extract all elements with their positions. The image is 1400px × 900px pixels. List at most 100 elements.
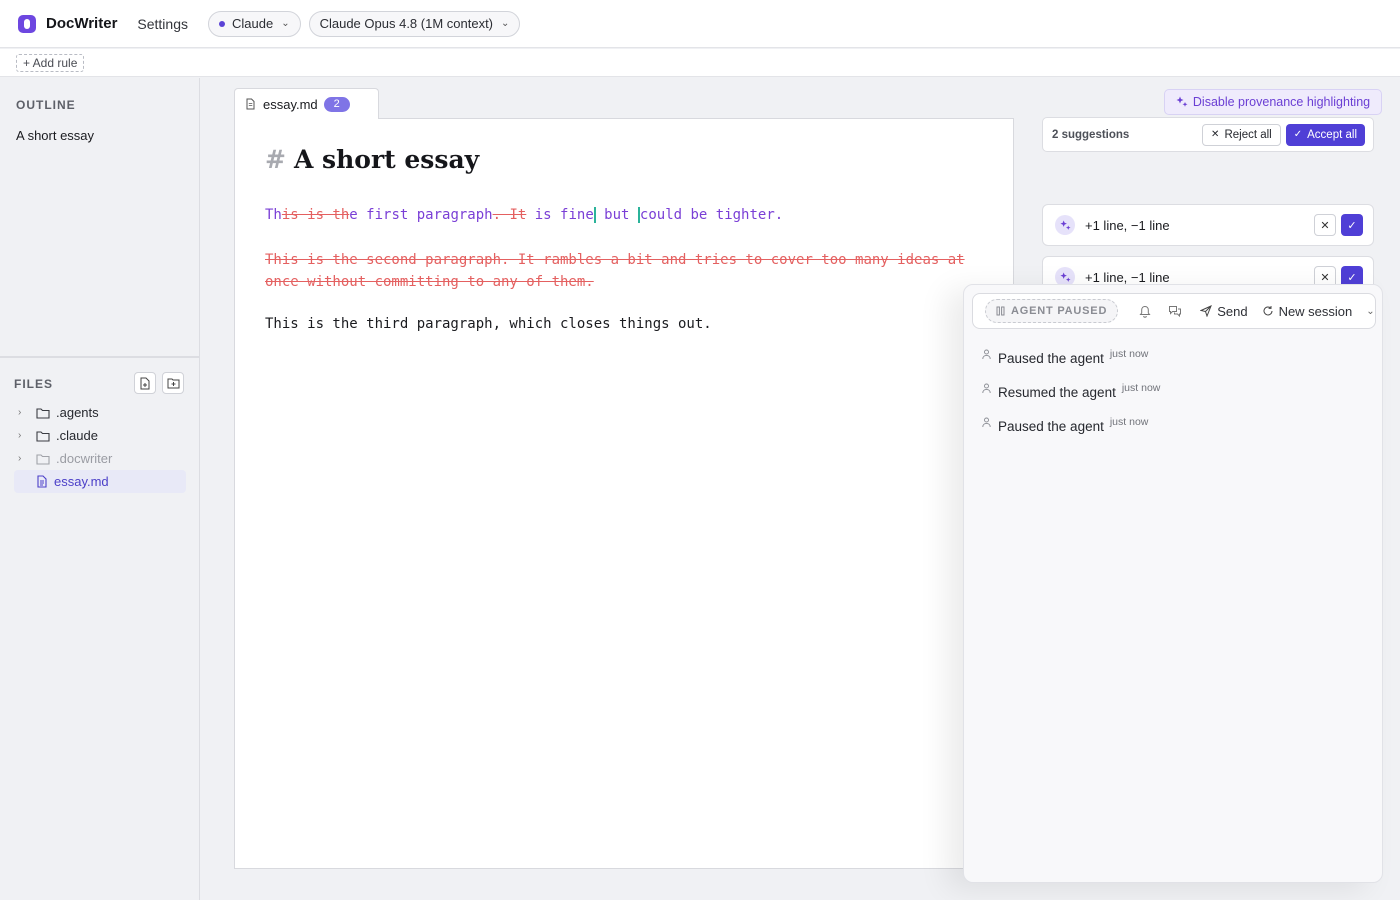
rules-bar: + Add rule xyxy=(0,49,1400,77)
file-tree-label: essay.md xyxy=(54,474,109,489)
file-tree-label: .agents xyxy=(56,405,99,420)
chevron-right-icon: › xyxy=(18,453,22,464)
file-tree-folder-docwriter[interactable]: › .docwriter xyxy=(14,447,186,470)
refresh-icon xyxy=(1263,306,1273,316)
reject-all-label: Reject all xyxy=(1224,128,1272,141)
accept-change-button[interactable]: ✓ xyxy=(1341,214,1363,236)
sparkle-icon xyxy=(1055,215,1075,235)
send-icon xyxy=(1200,305,1213,317)
activity-log: Paused the agent just now Resumed the ag… xyxy=(982,347,1372,449)
tab-badge: 2 xyxy=(323,96,350,112)
pause-icon xyxy=(996,306,1005,316)
sidebar: OUTLINE A short essay FILES › .agents › … xyxy=(0,78,200,900)
accept-all-label: Accept all xyxy=(1307,128,1357,141)
suggestions-bar: 2 suggestions ✕ Reject all ✓ Accept all xyxy=(1042,117,1374,152)
chevron-right-icon: › xyxy=(18,430,22,441)
activity-text: Paused the agent xyxy=(998,351,1104,366)
model-selector-label: Claude Opus 4.8 (1M context) xyxy=(319,16,494,31)
file-icon xyxy=(246,98,255,110)
user-icon xyxy=(982,383,991,394)
agent-status-label: AGENT PAUSED xyxy=(1011,305,1108,317)
outline-item[interactable]: A short essay xyxy=(16,128,94,143)
new-file-icon xyxy=(140,377,150,389)
document-editor[interactable]: # A short essay This is the first paragra… xyxy=(234,118,1014,869)
bell-icon xyxy=(1139,305,1151,318)
send-label: Send xyxy=(1217,303,1248,319)
chevron-right-icon: › xyxy=(18,407,22,418)
outline-title: OUTLINE xyxy=(16,98,76,112)
inserted-text: e first paragraph xyxy=(349,207,493,223)
agent-toolbar: AGENT PAUSED Send New session ⌄ xyxy=(972,293,1376,329)
file-tree-label: .claude xyxy=(56,428,98,443)
sidebar-divider[interactable] xyxy=(0,356,199,358)
disable-provenance-label: Disable provenance highlighting xyxy=(1192,95,1371,109)
chevron-down-icon[interactable]: ⌄ xyxy=(1366,306,1374,317)
agent-panel: AGENT PAUSED Send New session ⌄ Paused t… xyxy=(963,284,1383,883)
check-icon: ✓ xyxy=(1293,129,1303,140)
disable-provenance-button[interactable]: Disable provenance highlighting xyxy=(1164,89,1382,115)
sparkle-icon xyxy=(1176,96,1188,107)
agent-status-badge[interactable]: AGENT PAUSED xyxy=(985,299,1119,323)
file-tree-folder-agents[interactable]: › .agents xyxy=(14,401,186,424)
file-tree-file-essay[interactable]: › essay.md xyxy=(14,470,186,493)
deleted-text: . It xyxy=(492,207,527,223)
activity-text: Resumed the agent xyxy=(998,385,1116,400)
activity-item: Paused the agent just now xyxy=(982,347,1372,381)
activity-time: just now xyxy=(1109,416,1149,428)
chat-icon xyxy=(1169,306,1182,317)
activity-item: Resumed the agent just now xyxy=(982,381,1372,415)
model-selector[interactable]: Claude Opus 4.8 (1M context) ⌄ xyxy=(308,10,521,37)
new-session-button[interactable]: New session xyxy=(1262,303,1353,319)
accept-all-button[interactable]: ✓ Accept all xyxy=(1285,123,1365,146)
user-icon xyxy=(982,417,991,428)
deleted-text: is is th xyxy=(281,207,350,223)
paragraph-3[interactable]: This is the third paragraph, which close… xyxy=(265,316,712,332)
agent-selector[interactable]: Claude ⌄ xyxy=(208,10,301,37)
file-tree-label: .docwriter xyxy=(56,451,113,466)
inserted-text: but xyxy=(595,207,638,223)
top-bar: DocWriter Settings Claude ⌄ Claude Opus … xyxy=(0,0,1400,48)
file-tree: › .agents › .claude › .docwriter › essay… xyxy=(14,401,186,493)
docwriter-logo-icon xyxy=(18,14,36,33)
check-icon: ✓ xyxy=(1347,219,1357,232)
comments-button[interactable] xyxy=(1162,299,1188,323)
agent-selector-label: Claude xyxy=(232,16,274,31)
folder-icon xyxy=(36,430,50,442)
new-file-button[interactable] xyxy=(134,372,156,394)
chevron-down-icon: ⌄ xyxy=(501,18,510,29)
change-summary: +1 line, −1 line xyxy=(1085,269,1170,285)
inserted-text: Th xyxy=(265,207,282,223)
notifications-button[interactable] xyxy=(1132,299,1158,323)
close-icon: ✕ xyxy=(1320,219,1330,232)
new-folder-icon xyxy=(167,378,179,389)
reject-all-button[interactable]: ✕ Reject all xyxy=(1202,123,1281,146)
heading-marker: # xyxy=(265,145,286,174)
reject-change-button[interactable]: ✕ xyxy=(1314,214,1336,236)
settings-link[interactable]: Settings xyxy=(137,16,188,32)
file-tree-folder-claude[interactable]: › .claude xyxy=(14,424,186,447)
paragraph-2-deleted[interactable]: This is the second paragraph. It rambles… xyxy=(265,249,965,293)
add-rule-button[interactable]: + Add rule xyxy=(16,53,85,72)
new-session-label: New session xyxy=(1278,303,1353,319)
new-folder-button[interactable] xyxy=(162,372,184,394)
chevron-down-icon: ⌄ xyxy=(281,18,290,29)
status-dot-icon xyxy=(219,20,225,27)
activity-item: Paused the agent just now xyxy=(982,415,1372,449)
change-card[interactable]: +1 line, −1 line ✕ ✓ xyxy=(1042,204,1374,246)
send-button[interactable]: Send xyxy=(1200,303,1248,319)
inserted-text: is fine xyxy=(526,207,594,223)
suggestions-count: 2 suggestions xyxy=(1052,128,1130,141)
activity-text: Paused the agent xyxy=(998,419,1104,434)
files-title: FILES xyxy=(14,377,54,391)
paragraph-1[interactable]: This is the first paragraph. It is fine … xyxy=(265,207,783,223)
app-title: DocWriter xyxy=(46,15,118,32)
tab-label: essay.md xyxy=(263,96,318,112)
inserted-text: could be tighter. xyxy=(639,207,784,223)
activity-time: just now xyxy=(1121,382,1161,394)
folder-icon xyxy=(36,453,50,465)
close-icon: ✕ xyxy=(1320,271,1330,284)
check-icon: ✓ xyxy=(1347,271,1357,284)
tab-essay[interactable]: essay.md 2 xyxy=(234,88,379,119)
file-icon xyxy=(36,475,48,488)
user-icon xyxy=(982,349,991,360)
